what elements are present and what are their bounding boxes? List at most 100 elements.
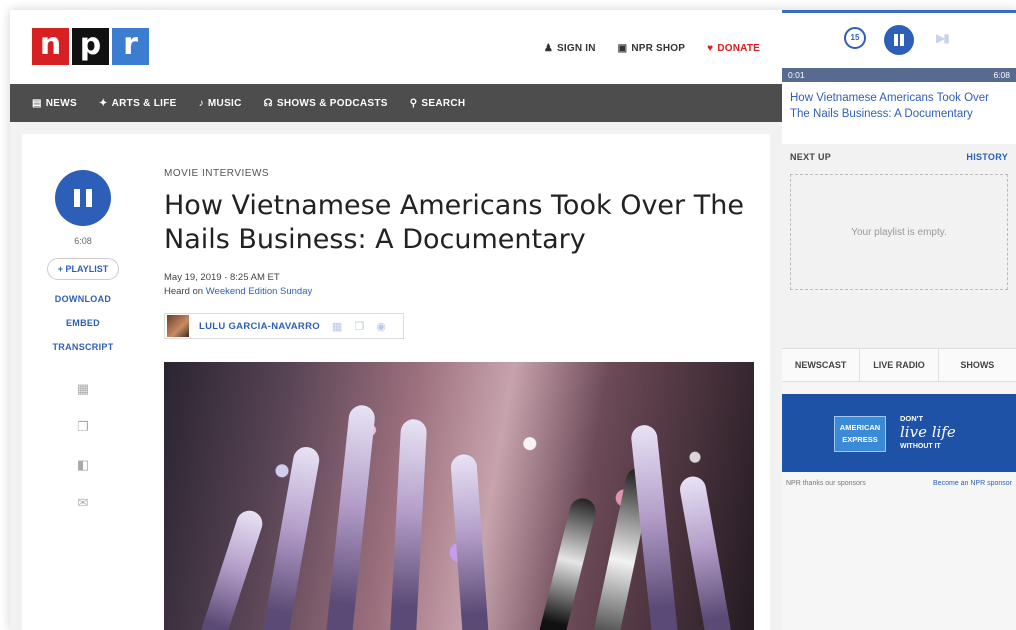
flipboard-icon[interactable]: ◧ [76, 458, 90, 472]
nav-arts-life[interactable]: ✦ ARTS & LIFE [99, 98, 177, 109]
audio-duration: 6:08 [74, 236, 92, 246]
download-link[interactable]: DOWNLOAD [38, 294, 128, 304]
twitter-icon[interactable]: ❐ [76, 420, 90, 434]
top-links: ♟ SIGN IN ▣ NPR SHOP ♥ DONATE [544, 43, 760, 54]
now-playing-title[interactable]: How Vietnamese Americans Took Over The N… [782, 82, 1016, 144]
bag-icon: ▣ [617, 43, 628, 54]
ad-dont: DON'T [900, 414, 924, 423]
nav-search-label: SEARCH [421, 97, 466, 109]
donate-link[interactable]: ♥ DONATE [707, 43, 760, 54]
add-to-playlist-button[interactable]: + PLAYLIST [47, 258, 119, 280]
photo-detail [534, 495, 599, 630]
nav-music[interactable]: ♪ MUSIC [199, 98, 242, 109]
photo-detail [194, 507, 266, 630]
amex-logo: AMERICAN EXPRESS [834, 416, 886, 452]
author-socials: ▦ ❐ ◉ [332, 320, 386, 333]
empty-playlist: Your playlist is empty. [790, 174, 1008, 290]
facebook-icon[interactable]: ▦ [76, 382, 90, 396]
next-up-header: NEXT UP HISTORY [790, 152, 1008, 162]
skip-forward-icon[interactable]: ▶▮ [936, 31, 950, 45]
npr-logo[interactable]: n p r [32, 28, 149, 65]
audio-player-panel: 15 ▶▮ 0:01 6:08 How Vietnamese Americans… [782, 10, 1016, 630]
ad-live-life: live life [900, 423, 956, 441]
nav-arts-label: ARTS & LIFE [111, 97, 177, 109]
photo-detail [677, 474, 735, 630]
facebook-icon[interactable]: ▦ [332, 320, 342, 333]
program-link[interactable]: Weekend Edition Sunday [206, 286, 313, 297]
article-header: MOVIE INTERVIEWS How Vietnamese American… [164, 168, 764, 339]
heard-on: Heard on Weekend Edition Sunday [164, 285, 764, 299]
progress-bar[interactable]: 0:01 6:08 [782, 68, 1016, 82]
article-card: 6:08 + PLAYLIST DOWNLOAD EMBED TRANSCRIP… [22, 134, 770, 630]
audio-sidebar: 6:08 + PLAYLIST DOWNLOAD EMBED TRANSCRIP… [38, 170, 128, 534]
tab-newscast[interactable]: NEWSCAST [782, 349, 861, 381]
twitter-icon[interactable]: ❐ [354, 320, 364, 333]
article-kicker[interactable]: MOVIE INTERVIEWS [164, 168, 764, 179]
browser-page: n p r ♟ SIGN IN ▣ NPR SHOP ♥ DONATE ▤ NEW… [10, 10, 1016, 630]
amex-line2: EXPRESS [842, 435, 878, 444]
nav-music-label: MUSIC [207, 97, 242, 109]
amex-line1: AMERICAN [839, 423, 881, 432]
sign-in-label: SIGN IN [557, 43, 596, 54]
rewind-15-button[interactable]: 15 [844, 27, 866, 49]
become-sponsor-link[interactable]: Become an NPR sponsor [933, 480, 1012, 487]
byline: LULU GARCIA-NAVARRO ▦ ❐ ◉ [164, 313, 404, 339]
headphones-icon: ☊ [263, 97, 273, 109]
pause-button[interactable] [55, 170, 111, 226]
article-photo [164, 362, 754, 630]
sign-in-link[interactable]: ♟ SIGN IN [544, 43, 596, 54]
next-up-section: NEXT UP HISTORY Your playlist is empty. [782, 144, 1016, 348]
tab-shows[interactable]: SHOWS [939, 349, 1016, 381]
sponsor-ad[interactable]: AMERICAN EXPRESS DON'T live life WITHOUT… [782, 394, 1016, 472]
sponsor-footer: NPR thanks our sponsors Become an NPR sp… [782, 472, 1016, 495]
embed-link[interactable]: EMBED [38, 318, 128, 328]
article-date: May 19, 2019 · 8:25 AM ET [164, 272, 280, 283]
search-icon: ⚲ [409, 97, 418, 109]
author-avatar [167, 315, 189, 337]
total-time: 6:08 [993, 70, 1010, 80]
history-link[interactable]: HISTORY [966, 152, 1008, 162]
logo-letter-n: n [32, 28, 69, 65]
email-icon[interactable]: ✉ [76, 496, 90, 510]
npr-shop-link[interactable]: ▣ NPR SHOP [618, 43, 686, 54]
newspaper-icon: ▤ [32, 97, 42, 109]
player-tabs: NEWSCAST LIVE RADIO SHOWS [782, 348, 1016, 382]
logo-letter-r: r [112, 28, 149, 65]
nav-search[interactable]: ⚲ SEARCH [410, 98, 466, 109]
next-up-label: NEXT UP [790, 152, 832, 162]
user-icon: ♟ [543, 43, 554, 54]
logo-letter-p: p [72, 28, 109, 65]
donate-label: DONATE [717, 43, 760, 54]
photo-detail [324, 404, 377, 630]
tab-live-radio[interactable]: LIVE RADIO [860, 349, 939, 381]
player-pause-button[interactable] [884, 25, 914, 55]
pause-icon-bar [900, 34, 904, 46]
ad-without: WITHOUT IT [900, 443, 941, 450]
site-header: n p r ♟ SIGN IN ▣ NPR SHOP ♥ DONATE [10, 10, 782, 84]
pause-icon-bar [86, 189, 92, 207]
main-nav: ▤ NEWS ✦ ARTS & LIFE ♪ MUSIC ☊ SHOWS & PODCA… [10, 84, 782, 122]
photo-detail [259, 444, 322, 630]
nav-news[interactable]: ▤ NEWS [32, 98, 77, 109]
pause-icon [74, 189, 80, 207]
author-link[interactable]: LULU GARCIA-NAVARRO [199, 321, 320, 332]
elapsed-time: 0:01 [788, 70, 805, 80]
article-meta: May 19, 2019 · 8:25 AM ET Heard on Weeke… [164, 271, 764, 299]
player-controls: 15 ▶▮ [782, 10, 1016, 68]
photo-detail [389, 418, 428, 630]
instagram-icon[interactable]: ◉ [376, 320, 386, 333]
transcript-link[interactable]: TRANSCRIPT [38, 342, 128, 352]
photo-detail [450, 453, 490, 630]
pause-icon [894, 34, 898, 46]
article-headline: How Vietnamese Americans Took Over The N… [164, 190, 744, 255]
nav-shows-label: SHOWS & PODCASTS [276, 97, 388, 109]
heard-on-prefix: Heard on [164, 286, 206, 297]
nav-news-label: NEWS [45, 97, 77, 109]
nav-shows-podcasts[interactable]: ☊ SHOWS & PODCASTS [264, 98, 388, 109]
dancer-icon: ✦ [98, 97, 108, 109]
music-note-icon: ♪ [198, 97, 204, 109]
npr-shop-label: NPR SHOP [631, 43, 686, 54]
sponsor-thanks: NPR thanks our sponsors [786, 480, 866, 487]
heart-icon: ♥ [707, 43, 714, 54]
share-icons: ▦ ❐ ◧ ✉ [38, 382, 128, 510]
